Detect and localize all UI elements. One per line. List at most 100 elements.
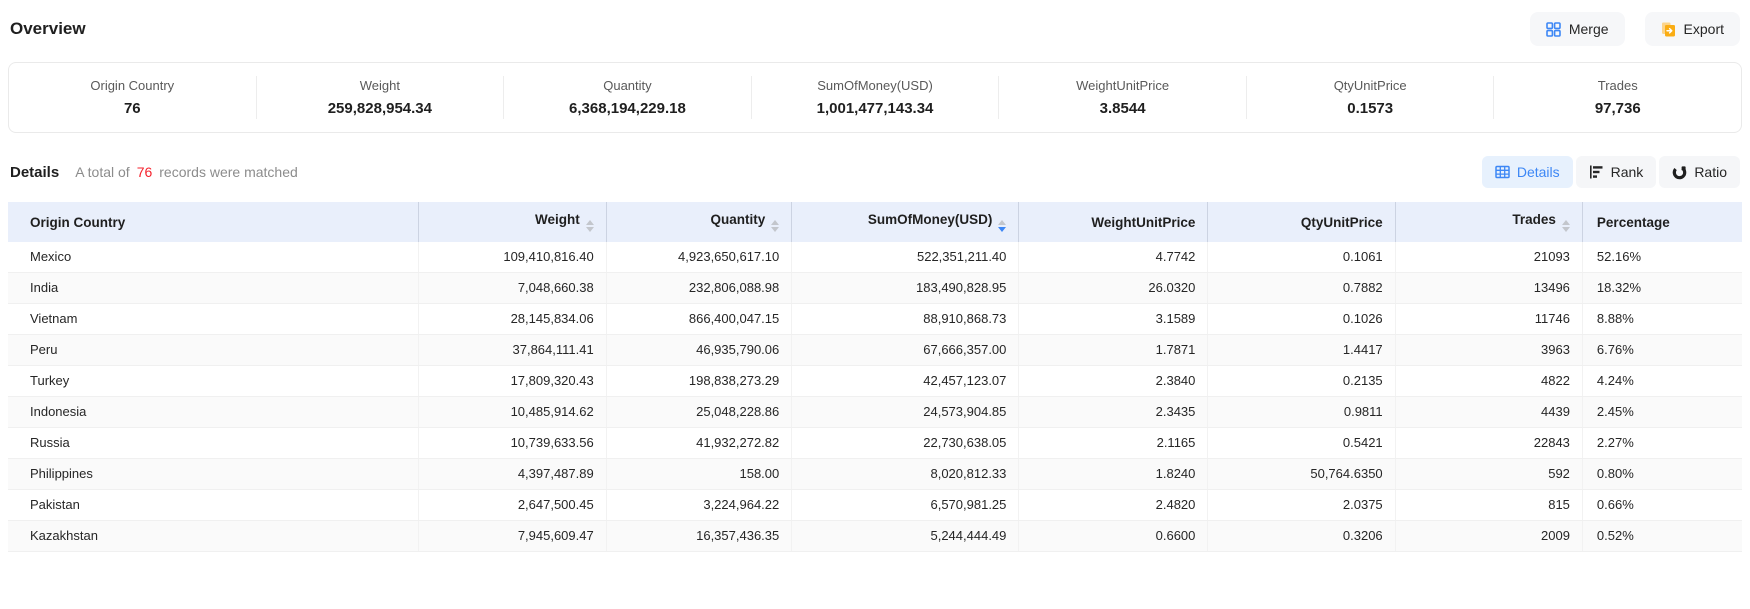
stat-value: 76 <box>9 100 256 117</box>
cell-trades: 11746 <box>1395 304 1582 335</box>
cell-sumofmoney-usd: 6,570,981.25 <box>792 490 1019 521</box>
overview-stat-origin-country: Origin Country 76 <box>9 76 257 119</box>
cell-sumofmoney-usd: 5,244,444.49 <box>792 521 1019 552</box>
cell-sumofmoney-usd: 22,730,638.05 <box>792 428 1019 459</box>
cell-origin-country: Pakistan <box>8 490 419 521</box>
table-row-turkey: Turkey17,809,320.43198,838,273.2942,457,… <box>8 366 1742 397</box>
cell-origin-country: India <box>8 273 419 304</box>
cell-weightunitprice: 2.3840 <box>1019 366 1208 397</box>
column-header-label: QtyUnitPrice <box>1301 215 1383 230</box>
stat-value: 259,828,954.34 <box>257 100 504 117</box>
cell-weight: 7,048,660.38 <box>419 273 606 304</box>
column-header-label: WeightUnitPrice <box>1091 215 1195 230</box>
details-bar: Details A total of76records were matched… <box>8 156 1742 188</box>
top-bar: Overview Merge <box>8 12 1742 46</box>
cell-percentage: 52.16% <box>1582 242 1742 273</box>
overview-stats-card: Origin Country76Weight259,828,954.34Quan… <box>8 62 1742 133</box>
cell-sumofmoney-usd: 24,573,904.85 <box>792 397 1019 428</box>
overview-stat-trades: Trades97,736 <box>1494 76 1741 119</box>
cell-weight: 7,945,609.47 <box>419 521 606 552</box>
stat-label: SumOfMoney(USD) <box>752 78 999 93</box>
cell-quantity: 158.00 <box>606 459 792 490</box>
cell-origin-country: Vietnam <box>8 304 419 335</box>
sort-caret-icon <box>998 220 1006 232</box>
view-switch: Details Rank <box>1482 156 1740 188</box>
cell-quantity: 16,357,436.35 <box>606 521 792 552</box>
cell-quantity: 25,048,228.86 <box>606 397 792 428</box>
details-table: Origin Country Weight Quantity SumOfMoney(U… <box>8 202 1742 552</box>
stat-value: 6,368,194,229.18 <box>504 100 751 117</box>
merge-button[interactable]: Merge <box>1530 12 1625 46</box>
tab-ratio[interactable]: Ratio <box>1659 156 1740 188</box>
tab-details-label: Details <box>1517 164 1560 180</box>
cell-weight: 109,410,816.40 <box>419 242 606 273</box>
export-button-label: Export <box>1684 21 1724 37</box>
cell-percentage: 2.27% <box>1582 428 1742 459</box>
cell-trades: 4439 <box>1395 397 1582 428</box>
overview-stat-sumofmoney-usd: SumOfMoney(USD) 1,001,477,143.34 <box>752 76 1000 119</box>
column-header-weight[interactable]: Weight <box>419 202 606 242</box>
table-header-row: Origin Country Weight Quantity SumOfMoney(U… <box>8 202 1742 242</box>
column-header-label: Weight <box>535 212 580 227</box>
cell-sumofmoney-usd: 88,910,868.73 <box>792 304 1019 335</box>
cell-percentage: 0.80% <box>1582 459 1742 490</box>
cell-qtyunitprice: 1.4417 <box>1208 335 1395 366</box>
column-header-sumofmoney-usd[interactable]: SumOfMoney(USD) <box>792 202 1019 242</box>
table-row-india: India7,048,660.38232,806,088.98183,490,8… <box>8 273 1742 304</box>
table-row-philippines: Philippines4,397,487.89158.008,020,812.3… <box>8 459 1742 490</box>
table-row-indonesia: Indonesia10,485,914.6225,048,228.8624,57… <box>8 397 1742 428</box>
cell-percentage: 0.52% <box>1582 521 1742 552</box>
tab-rank[interactable]: Rank <box>1576 156 1657 188</box>
column-header-quantity[interactable]: Quantity <box>606 202 792 242</box>
cell-trades: 22843 <box>1395 428 1582 459</box>
export-button[interactable]: Export <box>1645 12 1740 46</box>
matched-count: 76 <box>137 164 153 180</box>
details-title: Details <box>10 164 59 181</box>
tab-details[interactable]: Details <box>1482 156 1573 188</box>
details-header: Details A total of76records were matched <box>10 164 298 181</box>
stat-label: Trades <box>1494 78 1741 93</box>
cell-qtyunitprice: 0.2135 <box>1208 366 1395 397</box>
table-icon <box>1495 165 1510 179</box>
cell-quantity: 3,224,964.22 <box>606 490 792 521</box>
sort-caret-icon <box>586 220 594 232</box>
cell-origin-country: Peru <box>8 335 419 366</box>
cell-qtyunitprice: 0.1026 <box>1208 304 1395 335</box>
column-header-label: Trades <box>1512 212 1556 227</box>
cell-weight: 10,485,914.62 <box>419 397 606 428</box>
table-row-vietnam: Vietnam28,145,834.06866,400,047.1588,910… <box>8 304 1742 335</box>
tab-rank-label: Rank <box>1611 164 1644 180</box>
merge-button-label: Merge <box>1569 21 1609 37</box>
cell-weightunitprice: 2.4820 <box>1019 490 1208 521</box>
column-header-label: SumOfMoney(USD) <box>868 212 993 227</box>
cell-trades: 592 <box>1395 459 1582 490</box>
cell-sumofmoney-usd: 67,666,357.00 <box>792 335 1019 366</box>
column-header-label: Quantity <box>710 212 765 227</box>
cell-percentage: 4.24% <box>1582 366 1742 397</box>
cell-weight: 2,647,500.45 <box>419 490 606 521</box>
cell-weight: 4,397,487.89 <box>419 459 606 490</box>
stat-value: 0.1573 <box>1247 100 1494 117</box>
cell-weight: 28,145,834.06 <box>419 304 606 335</box>
column-header-qtyunitprice: QtyUnitPrice <box>1208 202 1395 242</box>
cell-weight: 37,864,111.41 <box>419 335 606 366</box>
cell-qtyunitprice: 0.5421 <box>1208 428 1395 459</box>
cell-weightunitprice: 1.7871 <box>1019 335 1208 366</box>
stat-value: 3.8544 <box>999 100 1246 117</box>
cell-weight: 10,739,633.56 <box>419 428 606 459</box>
stat-label: QtyUnitPrice <box>1247 78 1494 93</box>
column-header-origin-country: Origin Country <box>8 202 419 242</box>
cell-trades: 13496 <box>1395 273 1582 304</box>
matched-suffix: records were matched <box>159 164 298 180</box>
cell-percentage: 6.76% <box>1582 335 1742 366</box>
column-header-percentage: Percentage <box>1582 202 1742 242</box>
stat-value: 1,001,477,143.34 <box>752 100 999 117</box>
cell-origin-country: Indonesia <box>8 397 419 428</box>
cell-percentage: 8.88% <box>1582 304 1742 335</box>
cell-trades: 2009 <box>1395 521 1582 552</box>
column-header-trades[interactable]: Trades <box>1395 202 1582 242</box>
cell-qtyunitprice: 0.9811 <box>1208 397 1395 428</box>
stat-label: Origin Country <box>9 78 256 93</box>
cell-quantity: 866,400,047.15 <box>606 304 792 335</box>
cell-weightunitprice: 4.7742 <box>1019 242 1208 273</box>
